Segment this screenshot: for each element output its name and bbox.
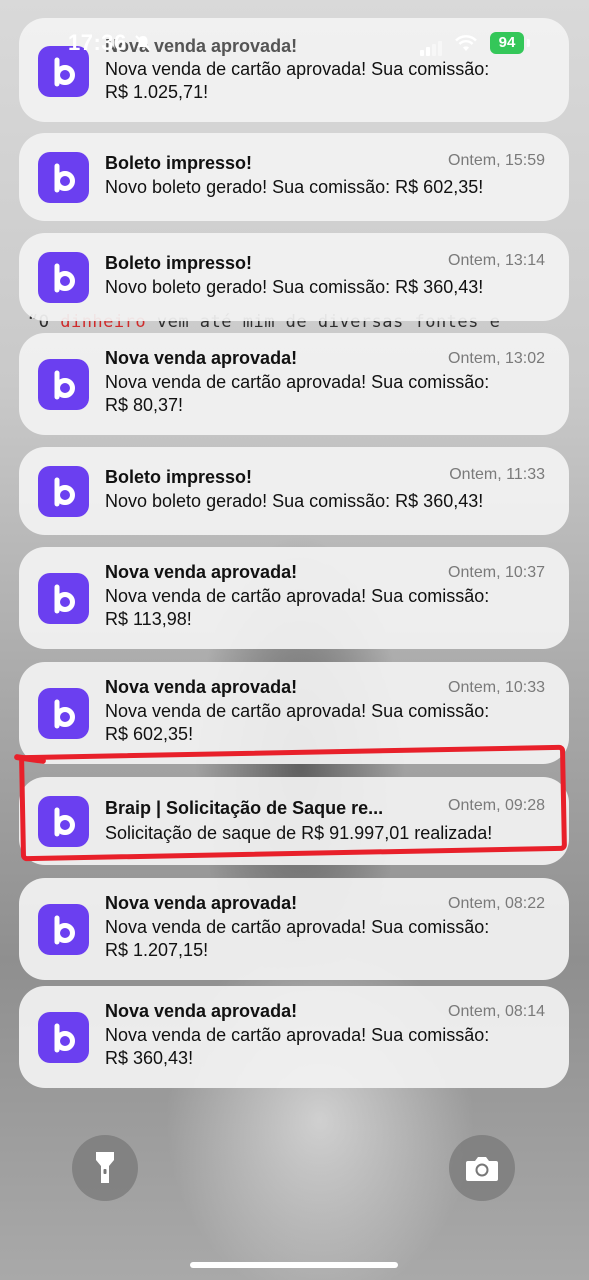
notification-time: Ontem, 08:22	[448, 895, 545, 912]
notification-time: Ontem, 08:14	[448, 1003, 545, 1020]
notification-body: Nova venda de cartão aprovada! Sua comis…	[105, 1025, 490, 1068]
notification-time: Ontem, 11:33	[449, 466, 545, 483]
notification-card[interactable]: Boleto impresso! Ontem, 11:33 Novo bolet…	[19, 447, 569, 535]
flashlight-button[interactable]	[72, 1135, 138, 1201]
notification-body: Novo boleto gerado! Sua comissão: R$ 360…	[105, 277, 484, 297]
notification-card[interactable]: Nova venda aprovada! Ontem, 08:22 Nova v…	[19, 878, 569, 980]
notification-card[interactable]: Boleto impresso! Ontem, 13:14 Novo bolet…	[19, 233, 569, 321]
notification-time: Ontem, 15:59	[448, 152, 545, 169]
notification-title: Nova venda aprovada!	[105, 348, 298, 368]
notification-card[interactable]: Nova venda aprovada! Ontem, 10:37 Nova v…	[19, 547, 569, 649]
braip-b-logo-icon	[38, 252, 89, 303]
notification-card[interactable]: Nova venda aprovada! Ontem, 08:14 Nova v…	[19, 986, 569, 1088]
notification-title: Nova venda aprovada!	[105, 1001, 298, 1021]
battery-level: 94	[490, 32, 524, 54]
braip-b-logo-icon	[38, 573, 89, 624]
silent-mode-icon	[135, 35, 151, 51]
notification-title: Nova venda aprovada!	[105, 562, 298, 582]
flashlight-icon	[96, 1152, 114, 1183]
notification-body: Nova venda de cartão aprovada! Sua comis…	[105, 372, 490, 415]
notification-body: Novo boleto gerado! Sua comissão: R$ 360…	[105, 491, 484, 511]
home-indicator[interactable]	[190, 1262, 398, 1268]
notification-time: Ontem, 10:37	[448, 564, 545, 581]
notification-time: Ontem, 13:02	[448, 350, 545, 367]
braip-b-logo-icon	[38, 1012, 89, 1063]
camera-button[interactable]	[449, 1135, 515, 1201]
cellular-signal-icon	[420, 38, 444, 56]
notification-time: Ontem, 10:33	[448, 679, 545, 696]
status-bar: 17:36 94	[0, 30, 589, 60]
wifi-icon	[455, 35, 477, 51]
notification-title: Nova venda aprovada!	[105, 677, 298, 697]
braip-b-logo-icon	[38, 688, 89, 739]
braip-b-logo-icon	[38, 466, 89, 517]
battery-icon	[527, 39, 530, 47]
braip-b-logo-icon	[38, 904, 89, 955]
notification-body: Nova venda de cartão aprovada! Sua comis…	[105, 59, 490, 102]
notification-body: Nova venda de cartão aprovada! Sua comis…	[105, 701, 490, 744]
status-time: 17:36	[68, 30, 127, 55]
notification-time: Ontem, 13:14	[448, 252, 545, 269]
notification-body: Nova venda de cartão aprovada! Sua comis…	[105, 917, 490, 960]
notification-body: Nova venda de cartão aprovada! Sua comis…	[105, 586, 490, 629]
notification-title: Nova venda aprovada!	[105, 893, 298, 913]
notification-body: Novo boleto gerado! Sua comissão: R$ 602…	[105, 177, 484, 197]
notification-card[interactable]: Boleto impresso! Ontem, 15:59 Novo bolet…	[19, 133, 569, 221]
notification-title: Boleto impresso!	[105, 153, 253, 173]
notification-title: Boleto impresso!	[105, 253, 253, 273]
notification-card[interactable]: Nova venda aprovada! Ontem, 13:02 Nova v…	[19, 333, 569, 435]
braip-b-logo-icon	[38, 152, 89, 203]
notification-title: Boleto impresso!	[105, 467, 253, 487]
red-highlight-ring	[19, 744, 567, 862]
braip-b-logo-icon	[38, 359, 89, 410]
camera-icon	[466, 1157, 498, 1181]
